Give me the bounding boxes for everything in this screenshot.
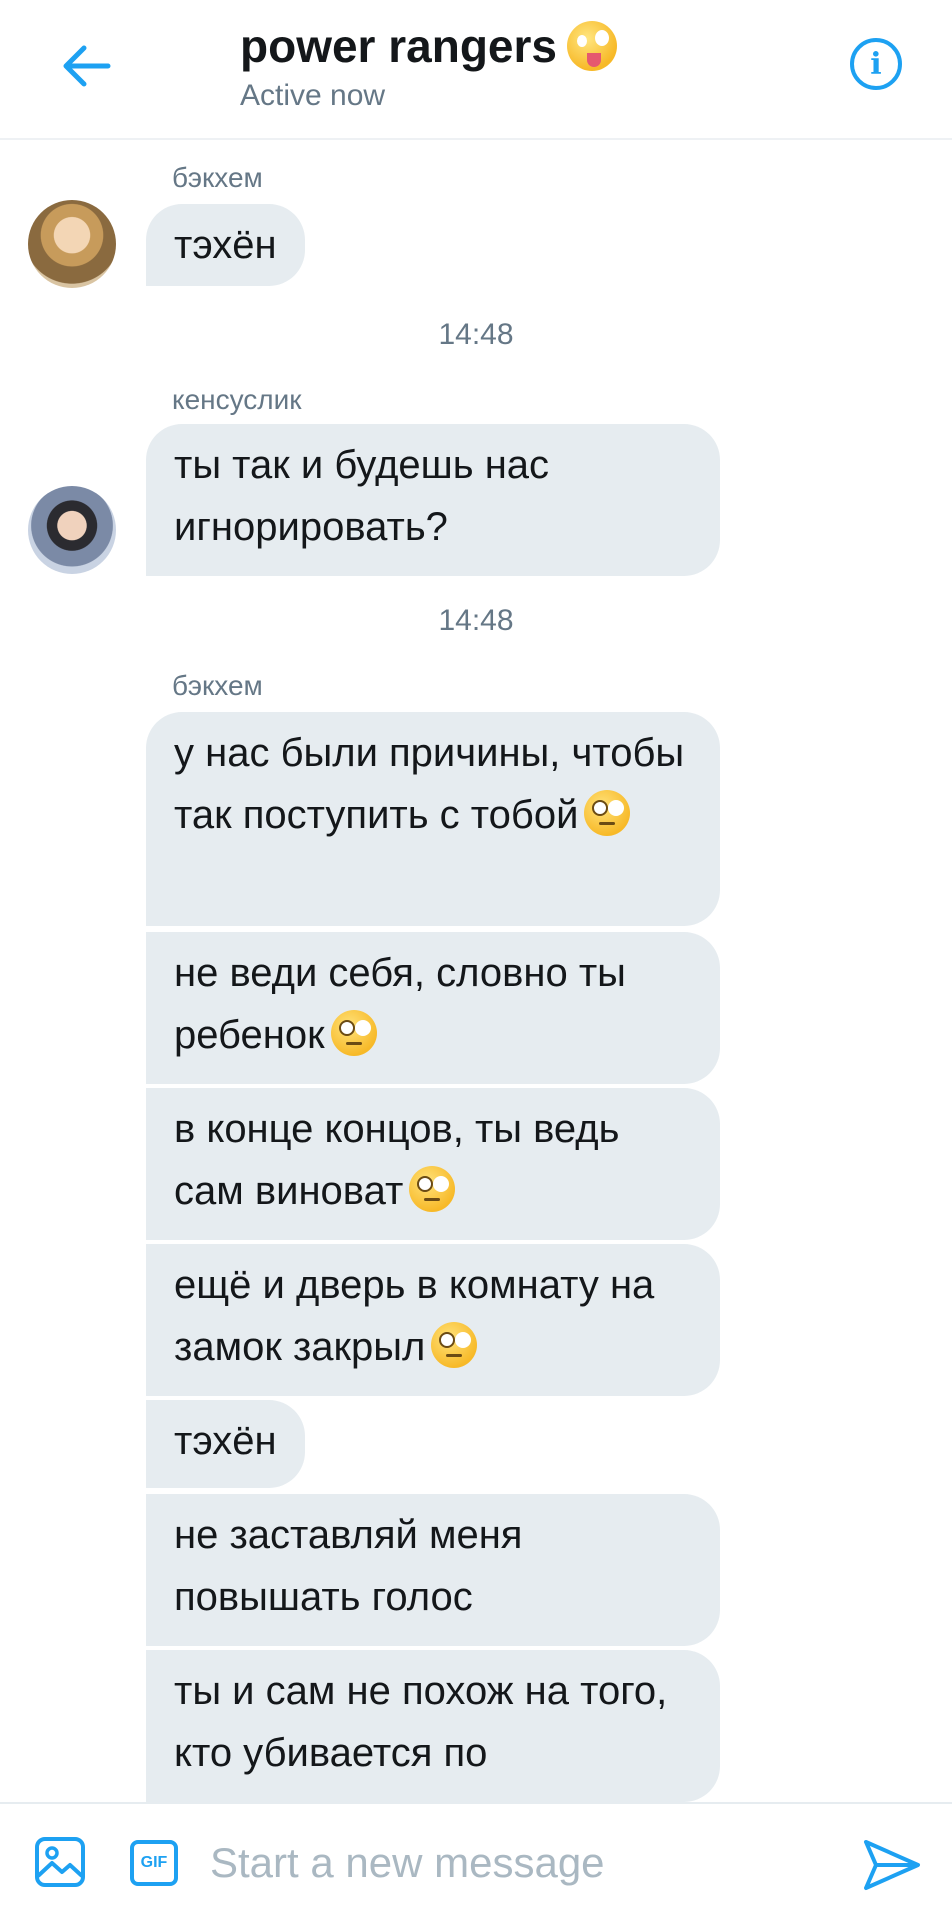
avatar[interactable] [28, 200, 116, 288]
info-button[interactable]: i [850, 38, 902, 90]
gif-label: GIF [140, 1854, 168, 1871]
message-bubble[interactable]: у нас были причины, чтобы так поступить … [146, 712, 720, 926]
message-text: в конце концов, ты ведь сам виноват [174, 1107, 620, 1213]
sender-name: бэкхем [172, 162, 263, 193]
avatar[interactable] [28, 486, 116, 574]
add-photo-button[interactable] [34, 1836, 86, 1888]
group-name: power rangers [240, 20, 557, 72]
send-icon [864, 1840, 920, 1890]
message-bubble[interactable]: ты так и будешь нас игнорировать? [146, 424, 720, 576]
message-bubble[interactable]: тэхён [146, 204, 305, 286]
dm-conversation: power rangers Active now i бэкхем тэхён … [0, 0, 952, 1920]
message-bubble[interactable]: тэхён [146, 1400, 305, 1488]
message-bubble[interactable]: не заставляй меня повышать голос [146, 1494, 720, 1646]
message-text: не заставляй меня повышать голос [174, 1513, 523, 1619]
conversation-title: power rangers [240, 18, 617, 74]
zany-face-emoji-icon [567, 21, 617, 71]
message-text: ещё и дверь в комнату на замок закрыл [174, 1263, 655, 1369]
face-with-rolling-eyes-emoji-icon [330, 1010, 377, 1056]
face-with-rolling-eyes-emoji-icon [409, 1166, 456, 1212]
image-icon [35, 1837, 85, 1887]
info-icon: i [870, 46, 882, 82]
active-status: Active now [240, 79, 386, 112]
message-composer: GIF [0, 1802, 952, 1920]
message-timestamp: 14:48 [438, 604, 514, 637]
sender-name: кенсуслик [172, 384, 302, 415]
message-bubble[interactable]: ещё и дверь в комнату на замок закрыл [146, 1244, 720, 1396]
gif-button[interactable]: GIF [130, 1840, 178, 1886]
message-text: тэхён [174, 1419, 277, 1463]
back-button[interactable] [56, 36, 116, 96]
message-bubble[interactable]: не веди себя, словно ты ребенок [146, 932, 720, 1084]
conversation-title-block[interactable]: power rangers Active now [240, 18, 617, 116]
send-button[interactable] [862, 1836, 922, 1894]
message-text: не веди себя, словно ты ребенок [174, 951, 626, 1057]
message-text: ты и сам не похож на того, кто убивается… [174, 1669, 668, 1775]
face-with-rolling-eyes-emoji-icon [431, 1322, 478, 1368]
message-timestamp: 14:48 [438, 318, 514, 351]
conversation-header: power rangers Active now i [0, 0, 952, 140]
arrow-left-icon [63, 45, 111, 87]
face-with-rolling-eyes-emoji-icon [584, 790, 631, 836]
sender-name: бэкхем [172, 670, 263, 701]
message-input[interactable] [210, 1830, 850, 1896]
message-text: ты так и будешь нас игнорировать? [174, 443, 550, 549]
message-bubble[interactable]: в конце концов, ты ведь сам виноват [146, 1088, 720, 1240]
message-text: тэхён [174, 223, 277, 267]
message-bubble[interactable]: ты и сам не похож на того, кто убивается… [146, 1650, 720, 1802]
